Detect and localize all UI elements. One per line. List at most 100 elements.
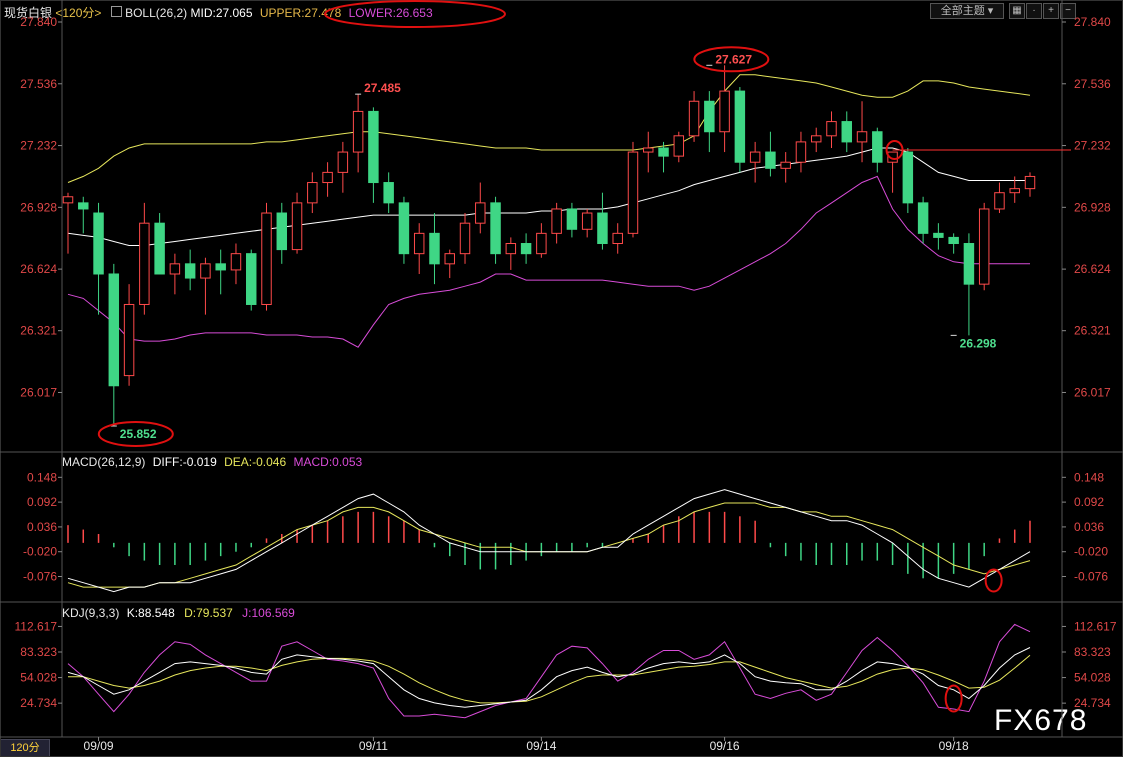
price-y-tick-label-left: 26.321	[20, 324, 57, 338]
candle-up	[719, 90, 730, 133]
candle-up	[169, 263, 181, 275]
macd-y-tick-label-right: 0.148	[1074, 470, 1104, 484]
candle-down	[215, 263, 226, 271]
price-y-tick-label-right: 27.536	[1074, 77, 1111, 91]
price-y-tick-label-right: 27.232	[1074, 139, 1111, 153]
candle-up	[551, 208, 562, 234]
price-y-tick-label-right: 26.321	[1074, 324, 1111, 338]
candle-down	[93, 212, 104, 275]
kdj-y-tick-label-right: 112.617	[1074, 619, 1117, 633]
candle-down	[734, 90, 746, 163]
candle-up	[230, 253, 242, 271]
candle-up	[291, 202, 303, 251]
candle-down	[184, 263, 196, 279]
candle-down	[917, 202, 929, 234]
low-price-label: 25.852	[120, 427, 157, 441]
x-tick-label: 09/14	[526, 739, 556, 753]
candle-down	[658, 147, 669, 157]
price-y-tick-label-left: 27.232	[20, 139, 57, 153]
candle-down	[520, 243, 532, 255]
candle-up	[627, 151, 639, 234]
candle-up	[475, 202, 486, 224]
candle-up	[612, 232, 623, 245]
macd-diff-line	[67, 489, 1031, 593]
candle-up	[978, 208, 990, 285]
price-y-tick-label-right: 26.017	[1074, 385, 1111, 399]
macd-y-tick-label-right: -0.020	[1074, 545, 1108, 559]
candle-down	[933, 232, 944, 238]
candle-down	[948, 236, 959, 245]
candle-up	[307, 182, 318, 204]
candle-down	[368, 110, 379, 184]
x-tick-label: 09/09	[84, 739, 114, 753]
candle-down	[490, 202, 501, 255]
candle-down	[154, 222, 165, 275]
candle-up	[1009, 188, 1020, 194]
macd-y-tick-label-left: -0.020	[23, 545, 57, 559]
candle-up	[643, 147, 654, 153]
candle-down	[78, 202, 89, 210]
macd-y-tick-label-left: -0.076	[23, 570, 57, 584]
candle-down	[765, 151, 776, 169]
kdj-y-tick-label-right: 83.323	[1074, 645, 1111, 659]
macd-y-tick-label-right: 0.036	[1074, 520, 1104, 534]
candle-up	[352, 110, 364, 153]
candle-up	[337, 151, 349, 173]
candle-up	[123, 303, 135, 377]
macd-y-tick-label-left: 0.036	[27, 520, 57, 534]
candle-up	[459, 222, 471, 255]
candle-up	[856, 131, 868, 143]
x-tick-label: 09/16	[710, 739, 740, 753]
price-y-tick-label-left: 26.928	[20, 200, 57, 214]
price-y-tick-label-right: 27.840	[1074, 15, 1111, 29]
candle-down	[597, 212, 608, 245]
x-tick-label: 09/18	[939, 739, 969, 753]
high-price-label: 27.485	[364, 81, 401, 95]
candle-up	[1024, 175, 1036, 190]
price-y-tick-label-left: 27.840	[20, 15, 57, 29]
candle-down	[872, 131, 883, 163]
candle-up	[673, 135, 685, 157]
kdj-y-tick-label-right: 24.734	[1074, 696, 1111, 710]
candle-down	[398, 202, 410, 255]
candle-up	[795, 141, 807, 163]
high-price-label: 27.627	[715, 52, 752, 66]
kdj-k-line	[67, 647, 1031, 708]
macd-y-tick-label-right: 0.092	[1074, 495, 1104, 509]
price-y-tick-label-left: 26.624	[20, 262, 57, 276]
kdj-y-tick-label-left: 54.028	[20, 671, 57, 685]
candle-down	[841, 121, 852, 143]
low-price-label: 26.298	[960, 336, 997, 350]
candle-down	[108, 273, 120, 387]
chart-canvas: 27.840 27.840 27.536 27.536 27.232 27.232 26.9…	[0, 0, 1123, 757]
candle-up	[444, 253, 455, 265]
candle-up	[688, 100, 700, 137]
price-y-tick-label-left: 27.536	[20, 77, 57, 91]
candle-up	[413, 232, 425, 255]
candle-up	[505, 243, 517, 255]
candle-down	[429, 232, 440, 265]
candle-up	[200, 263, 211, 279]
macd-y-tick-label-left: 0.148	[27, 470, 57, 484]
candle-up	[994, 192, 1005, 210]
macd-y-tick-label-right: -0.076	[1074, 570, 1108, 584]
price-y-tick-label-left: 26.017	[20, 385, 57, 399]
candle-down	[383, 182, 394, 204]
candle-up	[810, 135, 822, 143]
boll-mid-line	[67, 147, 1030, 246]
x-tick-label: 09/11	[359, 739, 388, 753]
candle-up	[62, 196, 74, 204]
candle-up	[261, 212, 272, 305]
candle-down	[902, 151, 914, 204]
candle-up	[780, 161, 791, 169]
kdj-y-tick-label-left: 83.323	[20, 645, 57, 659]
frame	[0, 0, 1123, 757]
candle-up	[536, 232, 547, 255]
kdj-j-line	[67, 623, 1031, 719]
kdj-y-tick-label-right: 54.028	[1074, 671, 1111, 685]
candle-down	[704, 100, 715, 133]
price-y-tick-label-right: 26.928	[1074, 200, 1111, 214]
kdj-y-tick-label-left: 24.734	[20, 696, 57, 710]
candle-up	[826, 121, 837, 137]
candle-down	[566, 208, 578, 230]
